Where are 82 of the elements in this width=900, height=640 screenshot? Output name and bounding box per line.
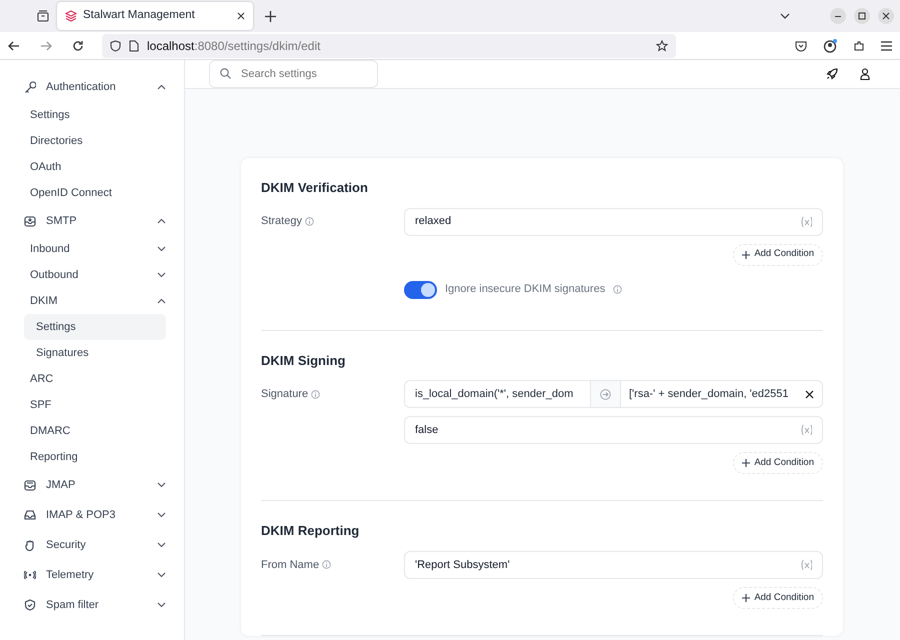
chevron-down-icon[interactable]: [157, 272, 166, 278]
inbox-icon: [24, 479, 36, 491]
search-field[interactable]: Search settings: [209, 60, 378, 88]
expression-field[interactable]: relaxed: [404, 208, 823, 236]
maximize-icon[interactable]: [854, 8, 870, 24]
expression-field[interactable]: false: [404, 416, 823, 444]
forward-icon[interactable]: [40, 40, 52, 52]
url-text: localhost:8080/settings/dkim/edit: [147, 38, 322, 54]
nav-section-label[interactable]: IMAP & POP3: [46, 506, 147, 524]
field-label: Strategy: [261, 214, 302, 230]
nav-item[interactable]: Settings: [24, 314, 166, 340]
browser-tab[interactable]: Stalwart Management: [57, 2, 253, 30]
plus-icon: [742, 459, 750, 468]
field-label: Signature: [261, 386, 308, 402]
nav-item[interactable]: OAuth: [24, 154, 166, 180]
plus-icon: [742, 250, 750, 259]
extensions-icon[interactable]: [853, 40, 865, 52]
shield-icon[interactable]: [110, 40, 121, 52]
nav-item[interactable]: DMARC: [24, 418, 166, 444]
chevron-down-icon[interactable]: [780, 13, 790, 19]
close-icon[interactable]: [805, 390, 814, 399]
nav-group-label[interactable]: Outbound: [30, 266, 157, 284]
chevron-up-icon[interactable]: [157, 84, 166, 90]
field-label: From Name: [261, 558, 320, 573]
minimize-icon[interactable]: [830, 8, 846, 24]
pocket-icon[interactable]: [795, 40, 807, 52]
nav-group-label[interactable]: Inbound: [30, 240, 157, 258]
plus-icon: [742, 594, 750, 602]
user-icon[interactable]: [860, 68, 870, 80]
section-title: DKIM Reporting: [261, 523, 360, 539]
arrow-circle-icon: [600, 388, 611, 400]
tray-icon: [24, 509, 36, 521]
add-condition-button[interactable]: Add Condition: [733, 244, 823, 266]
toggle-switch[interactable]: [404, 280, 437, 299]
nav-item[interactable]: ARC: [24, 366, 166, 392]
nav-section-label[interactable]: Authentication: [46, 78, 147, 96]
nav-section-label[interactable]: SMTP: [46, 212, 147, 230]
nav-item[interactable]: OpenID Connect: [24, 180, 166, 206]
menu-icon[interactable]: [881, 40, 892, 50]
address-bar[interactable]: localhost:8080/settings/dkim/edit: [102, 34, 676, 58]
section-title: DKIM Verification: [261, 180, 369, 196]
nav-section-label[interactable]: Spam filter: [46, 596, 147, 614]
account-icon[interactable]: [823, 38, 837, 52]
chevron-down-icon[interactable]: [157, 512, 166, 518]
section-title: DKIM Signing: [261, 352, 346, 368]
chevron-down-icon[interactable]: [157, 572, 166, 578]
chevron-down-icon[interactable]: [157, 246, 166, 252]
close-icon[interactable]: [878, 8, 894, 24]
stack-logo-icon: [65, 10, 77, 22]
expression-field[interactable]: 'Report Subsystem': [404, 550, 823, 579]
nav-item[interactable]: Signatures: [24, 340, 166, 366]
add-condition-button[interactable]: Add Condition: [733, 452, 823, 474]
chevron-up-icon[interactable]: [157, 298, 166, 304]
nav-item[interactable]: Directories: [24, 128, 166, 154]
nav-item[interactable]: Settings: [24, 102, 166, 128]
result-field[interactable]: ['rsa-' + sender_domain, 'ed2551: [629, 386, 788, 402]
nav-item[interactable]: Reporting: [24, 444, 166, 470]
close-icon[interactable]: [237, 12, 245, 20]
shield-check-icon: [24, 599, 36, 611]
new-tab-icon[interactable]: [265, 10, 276, 22]
inbox-icon: [24, 215, 36, 227]
reload-icon[interactable]: [72, 40, 84, 52]
signal-icon: [24, 569, 36, 581]
tab-list-icon[interactable]: [37, 10, 49, 22]
key-icon: [24, 81, 36, 93]
chevron-up-icon[interactable]: [157, 218, 166, 224]
page-icon[interactable]: [129, 40, 139, 52]
toggle-label: Ignore insecure DKIM signatures: [445, 282, 606, 298]
star-icon[interactable]: [656, 40, 668, 52]
add-condition-button[interactable]: Add Condition: [733, 586, 823, 609]
tab-title: Stalwart Management: [83, 8, 196, 24]
nav-section-label[interactable]: JMAP: [46, 476, 147, 494]
nav-item[interactable]: SPF: [24, 392, 166, 418]
rocket-icon[interactable]: [826, 68, 838, 80]
nav-group-label[interactable]: DKIM: [30, 292, 157, 310]
chevron-down-icon[interactable]: [157, 602, 166, 608]
chevron-down-icon[interactable]: [157, 542, 166, 548]
nav-section-label[interactable]: Security: [46, 536, 147, 554]
chevron-down-icon[interactable]: [157, 482, 166, 488]
hand-icon: [24, 539, 36, 551]
back-icon[interactable]: [8, 40, 20, 52]
nav-section-label[interactable]: Telemetry: [46, 566, 147, 584]
